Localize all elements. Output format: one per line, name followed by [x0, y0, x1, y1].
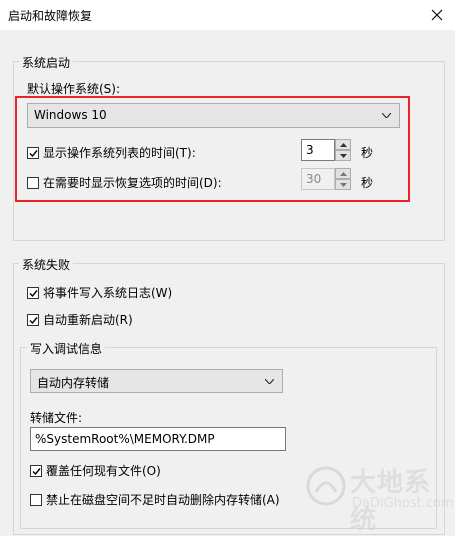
system-failure-legend: 系统失败: [19, 256, 74, 273]
spinner-down-button[interactable]: [335, 150, 351, 161]
show-recovery-unit: 秒: [361, 176, 374, 190]
triangle-up-icon: [340, 143, 347, 147]
checkmark-icon: [29, 289, 38, 297]
checkbox-box: [27, 146, 39, 159]
show-recovery-value: 30: [306, 172, 322, 186]
watermark-logo-icon: [306, 466, 346, 506]
show-os-list-input[interactable]: 3: [301, 139, 335, 161]
dump-file-input[interactable]: %SystemRoot%\MEMORY.DMP: [30, 427, 286, 451]
watermark-subtext: DaDiGhost.com: [352, 496, 454, 511]
checkbox-box: [27, 313, 39, 326]
default-os-value: Windows 10: [34, 108, 107, 122]
show-os-list-spinner[interactable]: 3: [301, 139, 351, 161]
auto-restart-checkbox[interactable]: 自动重新启动(R): [27, 311, 133, 328]
overwrite-checkbox[interactable]: 覆盖任何现有文件(O): [30, 462, 161, 479]
dump-file-label: 转储文件:: [30, 411, 83, 425]
dump-type-value: 自动内存转储: [37, 376, 110, 390]
triangle-down-icon: [340, 183, 347, 187]
show-recovery-checkbox[interactable]: 在需要时显示恢复选项的时间(D):: [27, 174, 222, 191]
checkbox-box: [30, 464, 42, 477]
debug-info-legend: 写入调试信息: [27, 340, 106, 357]
default-os-select[interactable]: Windows 10: [27, 103, 400, 128]
spinner-up-button[interactable]: [335, 139, 351, 150]
disable-auto-delete-checkbox[interactable]: 禁止在磁盘空间不足时自动删除内存转储(A): [30, 491, 280, 508]
show-recovery-label: 在需要时显示恢复选项的时间(D):: [43, 176, 222, 190]
show-os-list-unit: 秒: [361, 146, 374, 160]
show-recovery-input[interactable]: 30: [301, 168, 335, 190]
checkmark-icon: [29, 149, 38, 157]
chevron-down-icon: [265, 379, 274, 384]
spinner-up-button[interactable]: [335, 168, 351, 179]
show-recovery-spinner[interactable]: 30: [301, 168, 351, 190]
triangle-up-icon: [340, 172, 347, 176]
close-icon: [431, 9, 443, 21]
title-bar: 启动和故障恢复: [0, 0, 455, 30]
show-os-list-checkbox[interactable]: 显示操作系统列表的时间(T):: [27, 144, 196, 161]
dump-file-value: %SystemRoot%\MEMORY.DMP: [35, 432, 215, 446]
auto-restart-label: 自动重新启动(R): [43, 313, 133, 327]
chevron-down-icon: [382, 113, 391, 118]
show-os-list-label: 显示操作系统列表的时间(T):: [43, 146, 196, 160]
show-os-list-value: 3: [306, 143, 314, 157]
checkbox-box: [30, 493, 42, 506]
checkmark-icon: [29, 316, 38, 324]
write-event-log-checkbox[interactable]: 将事件写入系统日志(W): [27, 284, 172, 301]
checkmark-icon: [32, 467, 41, 475]
spinner-down-button[interactable]: [335, 179, 351, 190]
checkbox-box: [27, 176, 39, 189]
close-button[interactable]: [419, 0, 455, 30]
default-os-label: 默认操作系统(S):: [27, 82, 121, 96]
checkbox-box: [27, 286, 39, 299]
write-event-log-label: 将事件写入系统日志(W): [43, 286, 173, 300]
overwrite-label: 覆盖任何现有文件(O): [46, 464, 161, 478]
disable-auto-delete-label: 禁止在磁盘空间不足时自动删除内存转储(A): [46, 493, 280, 507]
triangle-down-icon: [340, 154, 347, 158]
system-startup-legend: 系统启动: [19, 54, 74, 71]
window-title: 启动和故障恢复: [8, 9, 93, 23]
dump-type-select[interactable]: 自动内存转储: [30, 369, 283, 393]
watermark: 大地系统 DaDiGhost.com: [300, 460, 455, 535]
